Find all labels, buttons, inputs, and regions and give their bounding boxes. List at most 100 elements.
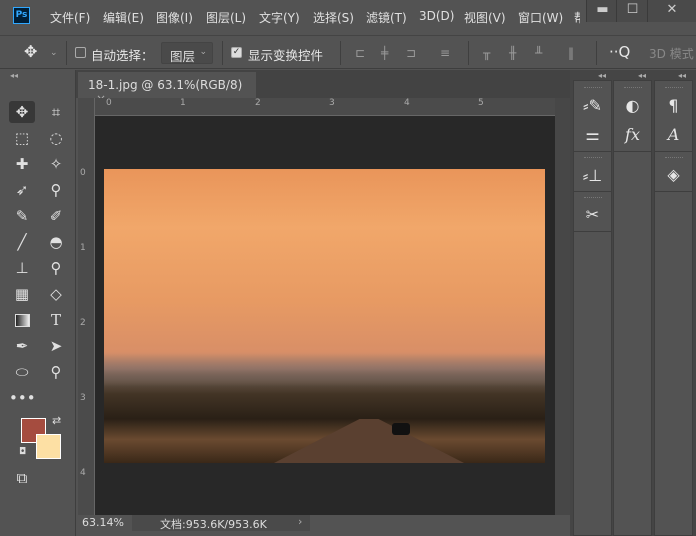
- menu-file[interactable]: 文件(F): [50, 9, 90, 26]
- ruler-label: 0: [106, 98, 112, 108]
- align-vcenter-icon[interactable]: ╫: [509, 47, 521, 59]
- ruler-label: 0: [80, 168, 86, 178]
- chevron-down-icon: ⌄: [199, 47, 207, 57]
- clone-source-icon[interactable]: ⸗⊥: [574, 166, 611, 186]
- more-icon[interactable]: •••: [9, 387, 36, 409]
- status-bar: 63.14% 文档:953.6K/953.6K ›: [76, 515, 570, 531]
- menu-window[interactable]: 窗口(W): [518, 9, 563, 26]
- type-icon[interactable]: T: [43, 309, 69, 331]
- align-bottom-icon[interactable]: ╨: [535, 47, 547, 59]
- gradient-icon[interactable]: [9, 309, 35, 331]
- layers-icon[interactable]: ◈: [655, 165, 692, 184]
- marquee-icon[interactable]: ⬚: [9, 127, 35, 149]
- grip: [584, 157, 602, 160]
- screen-mode-icon[interactable]: ⧉: [9, 467, 35, 489]
- distribute-icon[interactable]: ≡: [440, 47, 452, 59]
- brush-presets-icon[interactable]: ⚌: [574, 125, 611, 144]
- smudge-icon[interactable]: ◓: [43, 231, 69, 253]
- options-bar: ✥ ⌄ 自动选择： 图层 ⌄ ✓ 显示变换控件 ⊏ ╪ ⊐ ≡ ╥ ╫ ╨ ‖ …: [0, 35, 696, 69]
- layer-select-value: 图层: [170, 49, 196, 64]
- stamp-icon[interactable]: ⊥: [9, 257, 35, 279]
- healing-icon[interactable]: ✚: [9, 153, 35, 175]
- vertical-scrollbar[interactable]: [555, 98, 570, 515]
- zoom-icon[interactable]: ⚲: [43, 361, 69, 383]
- align-right-icon[interactable]: ⊐: [406, 47, 418, 59]
- doc-info-field[interactable]: 文档:953.6K/953.6K ›: [132, 515, 310, 531]
- styles-fx-icon[interactable]: fx: [614, 125, 651, 144]
- document-tab-title: 18-1.jpg @ 63.1%(RGB/8): [88, 78, 243, 92]
- zoom-level[interactable]: 63.14%: [82, 516, 124, 529]
- collapse-icon[interactable]: ◂◂: [598, 71, 606, 80]
- history-brush-icon[interactable]: ✐: [43, 205, 69, 227]
- divider: [340, 41, 341, 65]
- align-hcenter-icon[interactable]: ╪: [381, 47, 393, 59]
- ruler-label: 3: [80, 393, 86, 403]
- magic-eraser-icon[interactable]: ✧: [43, 153, 69, 175]
- ps-logo: Ps: [13, 7, 30, 24]
- layer-select-dropdown[interactable]: 图层 ⌄: [161, 42, 213, 64]
- color-sampler-icon[interactable]: ⚲: [43, 257, 69, 279]
- menu-select[interactable]: 选择(S): [313, 9, 354, 26]
- lasso-icon[interactable]: ◌: [43, 127, 69, 149]
- move-icon[interactable]: ✥: [9, 101, 35, 123]
- eraser-icon[interactable]: ◇: [43, 283, 69, 305]
- collapse-icon[interactable]: ◂◂: [638, 71, 646, 80]
- align-top-icon[interactable]: ╥: [483, 47, 495, 59]
- menu-type[interactable]: 文字(Y): [259, 9, 300, 26]
- show-transform-label: 显示变换控件: [248, 48, 324, 63]
- minimize-button[interactable]: ▬: [586, 0, 618, 22]
- panel-column-1: ⸗✎ ⚌ ⸗⊥ ✂: [573, 80, 612, 536]
- grip: [624, 87, 642, 90]
- menu-image[interactable]: 图像(I): [156, 9, 193, 26]
- pen-icon[interactable]: ✒: [9, 335, 35, 357]
- distribute-vertical-icon[interactable]: ‖: [568, 47, 580, 59]
- paragraph-icon[interactable]: ¶: [655, 96, 692, 115]
- move-tool-icon[interactable]: ✥: [24, 42, 37, 61]
- close-button[interactable]: ✕: [647, 0, 696, 22]
- menu-layer[interactable]: 图层(L): [206, 9, 246, 26]
- divider: [596, 41, 597, 65]
- 3d-mode-label[interactable]: 3D 模式: [649, 45, 694, 62]
- swap-colors-icon[interactable]: ⇄: [52, 414, 61, 427]
- menu-3d[interactable]: 3D(D): [419, 9, 454, 23]
- brush-settings-icon[interactable]: ⸗✎: [574, 96, 611, 116]
- show-transform-checkbox[interactable]: ✓: [231, 47, 242, 58]
- character-icon[interactable]: A: [655, 125, 692, 144]
- divider: [468, 41, 469, 65]
- path-select-icon[interactable]: ➤: [43, 335, 69, 357]
- adjustments-icon[interactable]: ◐: [614, 96, 651, 115]
- perspective-icon[interactable]: ▦: [9, 283, 35, 305]
- auto-select-checkbox[interactable]: [75, 47, 86, 58]
- align-left-icon[interactable]: ⊏: [355, 47, 367, 59]
- panel-column-3: ¶ A ◈: [654, 80, 693, 536]
- auto-select-label: 自动选择：: [91, 48, 154, 63]
- ruler-label: 2: [80, 318, 86, 328]
- collapse-icon[interactable]: ◂◂: [10, 71, 18, 80]
- menu-edit[interactable]: 编辑(E): [103, 9, 144, 26]
- chevron-down-icon[interactable]: ⌄: [50, 48, 58, 58]
- document-tab[interactable]: 18-1.jpg @ 63.1%(RGB/8) ×: [78, 72, 256, 106]
- ruler-label: 1: [180, 98, 186, 108]
- chevron-right-icon[interactable]: ›: [298, 515, 302, 528]
- search-icon[interactable]: ··Q: [609, 43, 630, 61]
- grip: [584, 197, 602, 200]
- ruler-label: 4: [80, 468, 86, 478]
- brush-icon[interactable]: ✎: [9, 205, 35, 227]
- doc-info: 文档:953.6K/953.6K: [160, 518, 267, 531]
- document-image[interactable]: [104, 169, 545, 463]
- default-colors-icon[interactable]: ◘: [19, 447, 26, 457]
- pen-arrow-icon[interactable]: ➶: [9, 179, 35, 201]
- eyedropper-icon[interactable]: ⚲: [43, 179, 69, 201]
- menu-help[interactable]: 帮: [574, 9, 580, 26]
- crop-icon[interactable]: ⌗: [43, 101, 69, 123]
- paintbrush-icon[interactable]: ╱: [9, 231, 35, 253]
- collapse-icon[interactable]: ◂◂: [678, 71, 686, 80]
- background-color-swatch[interactable]: [36, 434, 61, 459]
- toolbox: ✥ ⌗ ⬚ ◌ ✚ ✧ ➶ ⚲ ✎ ✐ ╱ ◓ ⊥ ⚲ ▦ ◇ T ✒ ➤ ⬭ …: [7, 80, 71, 500]
- ellipse-icon[interactable]: ⬭: [9, 361, 35, 383]
- maximize-button[interactable]: ☐: [616, 0, 648, 22]
- tools-scissors-icon[interactable]: ✂: [574, 205, 611, 224]
- ruler-label: 1: [80, 243, 86, 253]
- menu-view[interactable]: 视图(V): [464, 9, 506, 26]
- menu-filter[interactable]: 滤镜(T): [366, 9, 407, 26]
